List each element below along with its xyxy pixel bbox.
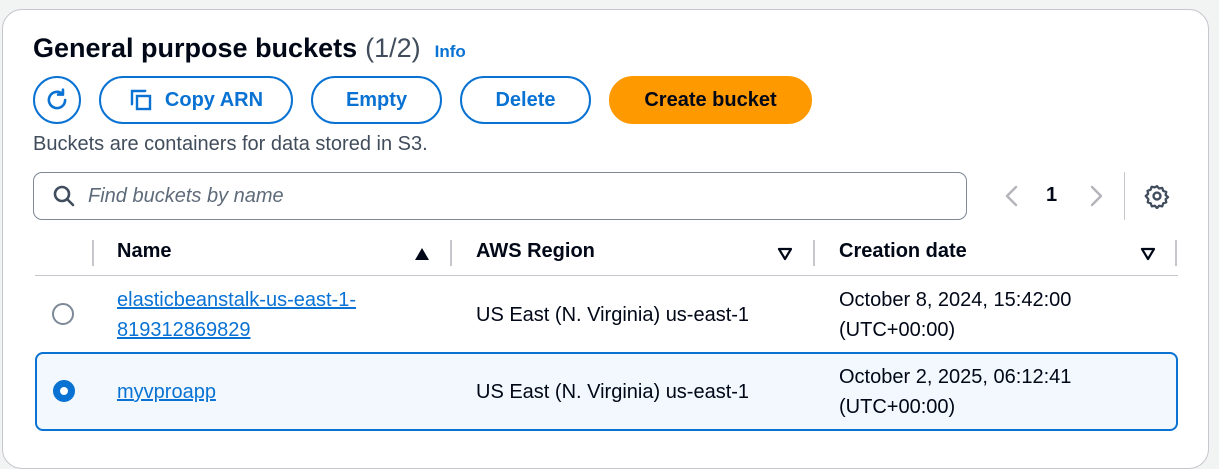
empty-button[interactable]: Empty <box>311 76 442 124</box>
sort-ascending-icon[interactable] <box>414 247 430 261</box>
date-line: October 2, 2025, 06:12:41 <box>839 366 1072 388</box>
sort-descending-icon[interactable] <box>1140 247 1156 261</box>
column-divider[interactable] <box>1175 240 1177 266</box>
search-input[interactable]: Find buckets by name <box>33 172 967 220</box>
copy-icon <box>130 89 152 111</box>
delete-button[interactable]: Delete <box>460 76 591 124</box>
delete-label: Delete <box>495 88 556 111</box>
date-line: (UTC+00:00) <box>839 319 956 341</box>
refresh-icon <box>47 88 67 110</box>
bucket-region: US East (N. Virginia) us-east-1 <box>476 304 750 326</box>
column-divider[interactable] <box>450 240 452 266</box>
current-page[interactable]: 1 <box>1046 184 1057 207</box>
row-radio-selected[interactable] <box>53 380 75 402</box>
bucket-region: US East (N. Virginia) us-east-1 <box>476 381 750 403</box>
row-radio[interactable] <box>52 303 74 325</box>
bucket-name-line: myvproapp <box>117 381 216 403</box>
refresh-button[interactable] <box>33 76 81 124</box>
column-divider <box>92 240 94 266</box>
bucket-name-line: 819312869829 <box>117 319 251 341</box>
column-header-region[interactable]: AWS Region <box>476 240 595 263</box>
copy-arn-button[interactable]: Copy ARN <box>99 76 293 124</box>
empty-label: Empty <box>345 88 408 111</box>
column-divider[interactable] <box>813 240 815 266</box>
selection-count: (1/2) <box>365 33 421 63</box>
sort-descending-icon[interactable] <box>777 247 793 261</box>
bucket-name-link[interactable]: myvproapp <box>117 377 216 407</box>
table-row-selected[interactable]: myvproapp US East (N. Virginia) us-east-… <box>35 352 1178 431</box>
date-line: October 8, 2024, 15:42:00 <box>839 289 1072 311</box>
column-header-name[interactable]: Name <box>117 240 171 263</box>
bucket-creation-date: October 2, 2025, 06:12:41 (UTC+00:00) <box>839 362 1071 422</box>
gear-icon[interactable] <box>1144 183 1170 209</box>
panel-header: General purpose buckets (1/2) Info <box>33 33 466 64</box>
search-placeholder: Find buckets by name <box>88 184 284 207</box>
table-row[interactable]: elasticbeanstalk-us-east-1- 819312869829… <box>35 276 1178 352</box>
date-line: (UTC+00:00) <box>839 396 956 418</box>
search-icon <box>53 185 75 207</box>
bucket-creation-date: October 8, 2024, 15:42:00 (UTC+00:00) <box>839 285 1071 345</box>
chevron-left-icon[interactable] <box>1002 184 1022 208</box>
chevron-right-icon[interactable] <box>1086 184 1106 208</box>
panel-description: Buckets are containers for data stored i… <box>33 133 428 155</box>
page-title: General purpose buckets <box>33 33 358 63</box>
info-link[interactable]: Info <box>435 42 466 62</box>
bucket-name-link[interactable]: elasticbeanstalk-us-east-1- 819312869829 <box>117 285 356 345</box>
create-bucket-button[interactable]: Create bucket <box>609 76 812 124</box>
column-header-creation-date[interactable]: Creation date <box>839 240 967 263</box>
bucket-name-line: elasticbeanstalk-us-east-1- <box>117 289 356 311</box>
pagination-divider <box>1124 172 1125 220</box>
create-bucket-label: Create bucket <box>644 88 777 111</box>
copy-arn-label: Copy ARN <box>164 88 264 111</box>
